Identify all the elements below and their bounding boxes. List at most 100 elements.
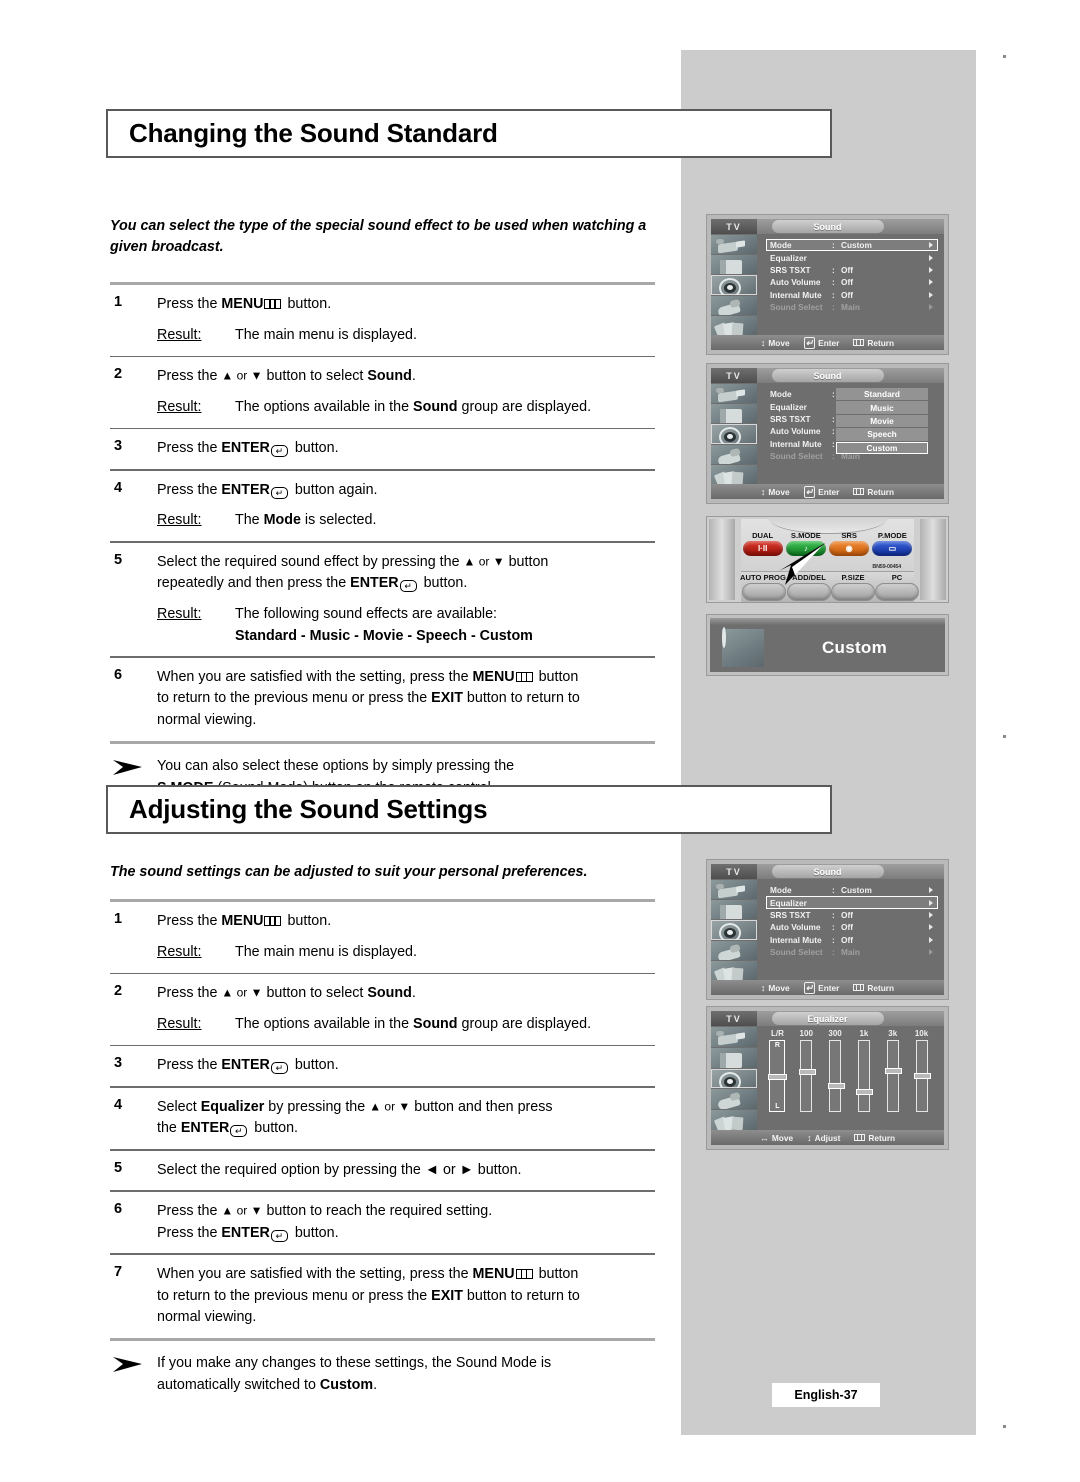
section-2-title: Adjusting the Sound Settings [129,794,488,824]
remote-color-button-row: DUAL I·II S.MODE ♪ SRS ◉ P.MODE ▭ [741,531,914,556]
camcorder-icon[interactable] [711,235,757,255]
dropdown-option-standard[interactable]: Standard [836,388,928,401]
sound-keyword: Sound [367,985,412,1002]
remote-button-label: P.MODE [877,531,907,540]
osd-item-label: Mode [770,389,792,400]
result-text: The main menu is displayed. [235,327,417,344]
camcorder-icon[interactable] [711,1027,757,1047]
osd-menu-item-sound-select[interactable]: Sound Select : Main [766,946,938,958]
input-icon[interactable] [711,960,757,981]
picture-icon[interactable] [711,1047,757,1068]
updown-arrow-icon: ▲ or ▼ [221,1203,263,1218]
osd-item-value: Custom [841,885,872,896]
remote-button-srs[interactable]: SRS ◉ [828,531,871,556]
setup-icon[interactable] [711,1089,757,1110]
osd-menu-item-auto-volume[interactable]: Auto Volume : Off [766,276,938,288]
dropdown-option-speech[interactable]: Speech [836,428,928,441]
remote-button-pmode[interactable]: P.MODE ▭ [871,531,914,556]
input-icon[interactable] [711,1110,757,1130]
step-number: 5 [114,1159,123,1176]
slider-handle[interactable] [768,1073,788,1080]
slider-handle[interactable] [914,1072,932,1079]
osd-menu-item-mode[interactable]: Mode : Custom [766,884,938,896]
step-number: 3 [114,438,123,455]
osd-item-label: Internal Mute [770,438,822,449]
picture-icon[interactable] [711,404,757,424]
sound-icon[interactable] [711,1068,757,1089]
osd-icon-column [711,1026,757,1130]
sound-keyword: Sound [367,368,412,385]
equalizer-band-1k[interactable]: 1k [853,1029,875,1112]
equalizer-band-3k[interactable]: 3k [882,1029,904,1112]
equalizer-band-300[interactable]: 300 [824,1029,846,1112]
slider-handle[interactable] [798,1069,816,1075]
step-body: Press the ▲ or ▼ button to reach the req… [157,1202,493,1242]
slider-track[interactable] [827,1040,845,1112]
input-icon[interactable] [711,464,757,485]
dropdown-option-custom[interactable]: Custom [836,441,928,454]
menu-icon [853,983,864,993]
step-row: 2 Press the ▲ or ▼ button to select Soun… [110,974,655,1044]
slider-track[interactable]: R L [768,1040,788,1112]
menu-icon [854,1133,865,1143]
sound-icon[interactable] [711,424,757,444]
step-body: Press the ENTER ↵ button. [157,1055,655,1077]
section-1-content: You can select the type of the special s… [110,216,655,805]
speaker-icon [722,627,764,667]
setup-icon[interactable] [711,444,757,464]
chevron-right-icon [929,924,933,931]
step-number: 1 [114,294,123,311]
camcorder-icon[interactable] [711,880,757,900]
enter-icon [804,338,816,348]
chevron-right-icon [929,911,933,918]
osd-menu-item-srs-tsxt[interactable]: SRS TSXT : Off [766,264,938,276]
equalizer-balance-slider[interactable]: L/R R L [766,1029,788,1112]
step-text: Press the [157,440,222,457]
osd-sound-mode-dropdown: TV Sound Mode : Equalizer SRS TSXT: Aut… [706,363,949,504]
camcorder-icon[interactable] [711,384,757,404]
remote-button-smode[interactable]: S.MODE ♪ [784,531,827,556]
dropdown-option-movie[interactable]: Movie [836,414,928,428]
setup-icon[interactable] [711,295,757,315]
equalizer-band-10k[interactable]: 10k [911,1029,933,1112]
slider-handle[interactable] [885,1068,903,1075]
remote-button-dual[interactable]: DUAL I·II [741,531,784,556]
equalizer-band-100[interactable]: 100 [795,1029,817,1112]
osd-menu-item-sound-select[interactable]: Sound Select : Main [766,301,938,313]
osd-sound-menu-equalizer-selected: TV Sound Mode : Custom Equalizer SRS TSX… [706,859,949,1000]
sound-icon[interactable] [711,275,757,295]
dropdown-option-music[interactable]: Music [836,401,928,414]
osd-menu-item-internal-mute[interactable]: Internal Mute : Off [766,289,938,301]
setup-icon[interactable] [711,940,757,960]
slider-track[interactable] [798,1040,816,1112]
srs-key-icon: ◉ [829,541,870,556]
osd-menu-item-internal-mute[interactable]: Internal Mute : Off [766,934,938,946]
remote-button-label: DUAL [752,531,774,540]
section-1-intro: You can select the type of the special s… [110,218,647,256]
remote-button-psize[interactable]: P.SIZE [831,573,875,601]
remote-button-add-del[interactable]: ADD/DEL [787,573,831,601]
osd-menu-item-mode[interactable]: Mode : Custom [766,239,938,252]
slider-track[interactable] [885,1040,903,1112]
step-number: 2 [114,366,123,383]
osd-menu-item-equalizer[interactable]: Equalizer [766,896,938,909]
osd-tv-label: TV [711,219,757,234]
chevron-right-icon [929,254,933,261]
updown-icon [761,487,766,497]
osd-menu-item-equalizer[interactable]: Equalizer [766,251,938,263]
osd-menu-item-auto-volume[interactable]: Auto Volume : Off [766,921,938,933]
slider-track[interactable] [914,1040,932,1112]
remote-button-auto-prog[interactable]: AUTO PROG. [740,573,788,601]
step-number: 4 [114,479,123,496]
osd-menu-item-srs-tsxt[interactable]: SRS TSXT : Off [766,909,938,921]
slider-handle[interactable] [827,1083,845,1089]
input-icon[interactable] [711,315,757,336]
osd-item-colon: : [832,289,835,300]
slider-track[interactable] [856,1040,874,1112]
remote-button-pc[interactable]: PC [875,573,919,601]
picture-icon[interactable] [711,255,757,275]
picture-icon[interactable] [711,900,757,920]
osd-item-value: Main [841,302,860,313]
slider-handle[interactable] [856,1089,874,1096]
sound-icon[interactable] [711,920,757,940]
